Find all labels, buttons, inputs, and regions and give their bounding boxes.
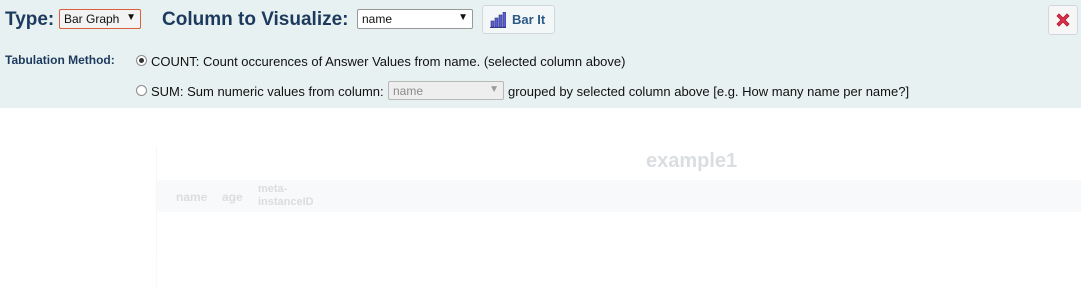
sum-option-text: SUM: Sum numeric values from column: [151, 84, 384, 99]
tabulation-method-label: Tabulation Method: [5, 53, 115, 67]
sum-column-select[interactable]: name ▼ [388, 81, 504, 100]
background-main-header [157, 146, 1081, 181]
chart-type-value: Bar Graph [64, 12, 120, 26]
table-column-header: meta- instanceID [258, 183, 314, 208]
visualize-panel: Type: Bar Graph ▼ Column to Visualize: n… [0, 0, 1081, 108]
table-column-header: age [222, 190, 243, 204]
radio-selected-dot [139, 58, 144, 63]
column-label: Column to Visualize: [162, 9, 349, 30]
sum-option-suffix: grouped by selected column above [e.g. H… [508, 84, 910, 99]
close-icon [1056, 13, 1070, 27]
close-button[interactable] [1048, 5, 1078, 35]
column-select[interactable]: name ▼ [357, 9, 473, 29]
chevron-down-icon: ▼ [489, 84, 499, 95]
count-option-text: COUNT: Count occurences of Answer Values… [151, 54, 626, 69]
count-radio[interactable] [136, 55, 147, 66]
background-sidebar [0, 146, 157, 288]
chart-type-select[interactable]: Bar Graph ▼ [59, 9, 141, 29]
background-header [0, 108, 1081, 122]
sum-column-value: name [393, 84, 424, 98]
chevron-down-icon: ▼ [458, 12, 468, 23]
sum-radio[interactable] [136, 85, 147, 96]
table-column-header: name [176, 190, 208, 204]
dataset-title: example1 [646, 150, 738, 172]
chevron-down-icon: ▼ [126, 12, 136, 23]
column-select-value: name [362, 12, 393, 26]
bar-chart-icon [490, 12, 506, 28]
bar-it-button[interactable]: Bar It [482, 5, 555, 34]
type-label: Type: [5, 9, 55, 30]
bar-it-label: Bar It [512, 12, 546, 27]
